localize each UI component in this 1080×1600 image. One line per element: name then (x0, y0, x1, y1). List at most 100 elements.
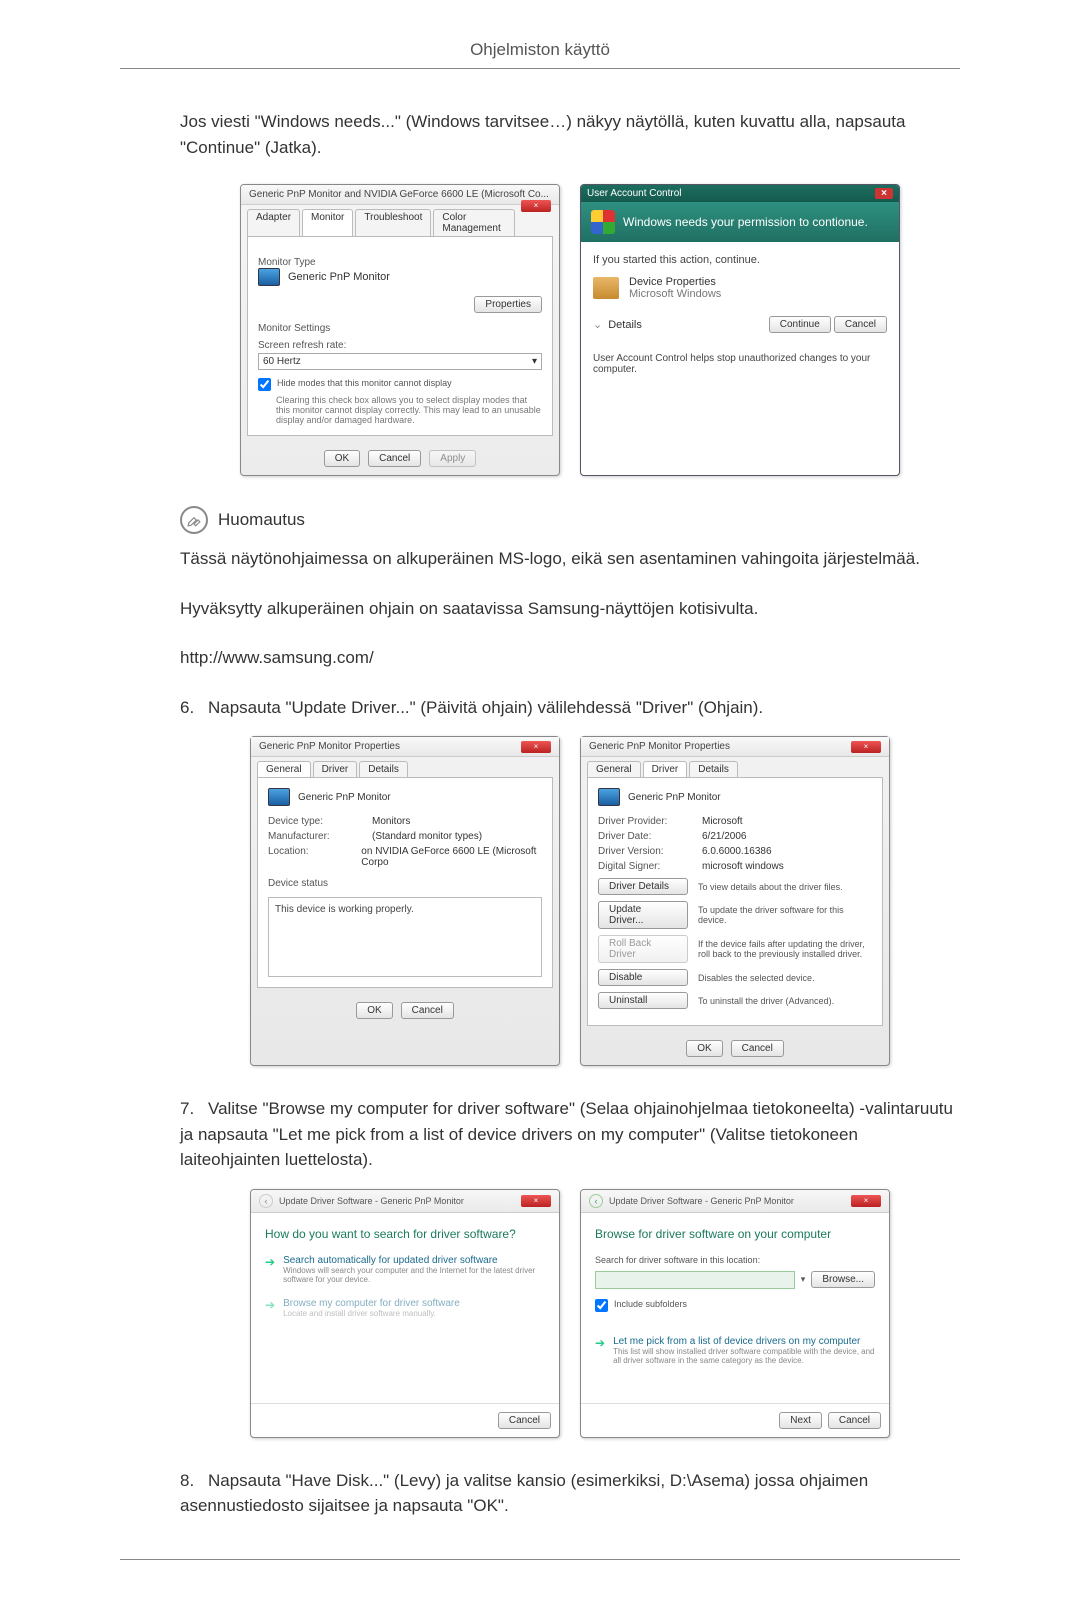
cancel-button[interactable]: Cancel (368, 450, 421, 467)
version-v: 6.0.6000.16386 (702, 846, 772, 857)
monitor-settings-label: Monitor Settings (258, 323, 542, 334)
note-p1: Tässä näytönohjaimessa on alkuperäinen M… (180, 546, 960, 572)
hide-modes-note: Clearing this check box allows you to se… (276, 395, 542, 425)
properties-button[interactable]: Properties (474, 296, 542, 313)
title-text: Generic PnP Monitor Properties (259, 741, 400, 752)
tab-monitor[interactable]: Monitor (302, 209, 353, 236)
wizard-option-auto[interactable]: ➔ Search automatically for updated drive… (265, 1255, 545, 1284)
page-header-title: Ohjelmiston käyttö (120, 40, 960, 60)
hide-modes-checkbox[interactable] (258, 378, 271, 391)
tab-driver[interactable]: Driver (643, 761, 688, 777)
location-input[interactable] (595, 1271, 795, 1289)
prop-general-title: Generic PnP Monitor Properties × (251, 737, 559, 757)
device-properties-icon (593, 277, 619, 299)
prop-driver-title: Generic PnP Monitor Properties × (581, 737, 889, 757)
cancel-button[interactable]: Cancel (828, 1412, 881, 1429)
disable-button[interactable]: Disable (598, 969, 688, 986)
shield-icon (591, 210, 615, 234)
title-text: Generic PnP Monitor and NVIDIA GeForce 6… (249, 189, 549, 200)
close-icon[interactable]: × (521, 1195, 551, 1207)
include-subfolders-checkbox[interactable] (595, 1299, 608, 1312)
chevron-down-icon[interactable]: ▾ (801, 1274, 806, 1285)
provider-k: Driver Provider: (598, 816, 688, 827)
tab-color[interactable]: Color Management (433, 209, 515, 236)
cancel-button[interactable]: Cancel (731, 1040, 784, 1057)
refresh-select[interactable]: 60 Hertz ▾ (258, 353, 542, 370)
chevron-down-icon: ▾ (532, 356, 537, 367)
rollback-driver-button[interactable]: Roll Back Driver (598, 935, 688, 963)
uac-prop-name: Device Properties (629, 276, 721, 288)
wizard-option-browse[interactable]: ➔ Browse my computer for driver software… (265, 1298, 545, 1318)
wizard-heading: How do you want to search for driver sof… (265, 1227, 545, 1241)
uac-banner-text: Windows needs your permission to contion… (623, 215, 868, 229)
opt-browse-title: Browse my computer for driver software (283, 1298, 460, 1309)
close-icon[interactable]: × (521, 741, 551, 753)
uac-titlebar: User Account Control × (581, 185, 899, 202)
monitor-dialog: Generic PnP Monitor and NVIDIA GeForce 6… (240, 184, 560, 476)
device-status-label: Device status (268, 878, 542, 889)
back-icon[interactable]: ‹ (589, 1194, 603, 1208)
opt-auto-sub: Windows will search your computer and th… (283, 1266, 545, 1284)
location-k: Location: (268, 846, 347, 868)
next-button[interactable]: Next (779, 1412, 822, 1429)
monitor-icon (258, 268, 280, 286)
refresh-label: Screen refresh rate: (258, 340, 542, 351)
uninstall-button[interactable]: Uninstall (598, 992, 688, 1009)
wizard-option-pick[interactable]: ➔ Let me pick from a list of device driv… (595, 1336, 875, 1365)
update-driver-desc: To update the driver software for this d… (698, 905, 872, 925)
tab-general[interactable]: General (587, 761, 641, 777)
step-7: 7.Valitse "Browse my computer for driver… (180, 1096, 960, 1173)
devicetype-v: Monitors (372, 816, 410, 827)
monitor-dialog-title: Generic PnP Monitor and NVIDIA GeForce 6… (241, 185, 559, 205)
continue-button[interactable]: Continue (769, 316, 831, 333)
properties-dialog-driver: Generic PnP Monitor Properties × General… (580, 736, 890, 1066)
cancel-button[interactable]: Cancel (498, 1412, 551, 1429)
driver-details-button[interactable]: Driver Details (598, 878, 688, 895)
close-icon[interactable]: × (851, 1195, 881, 1207)
hide-modes-label: Hide modes that this monitor cannot disp… (277, 378, 452, 388)
signer-v: microsoft windows (702, 861, 784, 872)
device-name: Generic PnP Monitor (298, 792, 391, 803)
uac-footer: User Account Control helps stop unauthor… (581, 345, 899, 387)
version-k: Driver Version: (598, 846, 688, 857)
opt-pick-sub: This list will show installed driver sof… (613, 1347, 875, 1365)
cancel-button[interactable]: Cancel (401, 1002, 454, 1019)
intro-paragraph: Jos viesti "Windows needs..." (Windows t… (180, 109, 960, 160)
close-icon[interactable]: × (521, 200, 551, 212)
tab-details[interactable]: Details (359, 761, 408, 777)
close-icon[interactable]: × (851, 741, 881, 753)
close-icon[interactable]: × (875, 188, 893, 199)
back-icon[interactable]: ‹ (259, 1194, 273, 1208)
chevron-down-icon[interactable]: ⌄ (593, 318, 602, 331)
screenshot-row-1: Generic PnP Monitor and NVIDIA GeForce 6… (180, 184, 960, 476)
arrow-icon: ➔ (265, 1298, 275, 1312)
ok-button[interactable]: OK (686, 1040, 722, 1057)
tab-driver[interactable]: Driver (313, 761, 358, 777)
screenshot-row-3: ‹ Update Driver Software - Generic PnP M… (180, 1189, 960, 1438)
manufacturer-k: Manufacturer: (268, 831, 358, 842)
search-label: Search for driver software in this locat… (595, 1255, 875, 1265)
tab-adapter[interactable]: Adapter (247, 209, 300, 236)
provider-v: Microsoft (702, 816, 743, 827)
note-header: Huomautus (180, 506, 960, 534)
uninstall-desc: To uninstall the driver (Advanced). (698, 996, 872, 1006)
uac-title-text: User Account Control (587, 188, 682, 199)
header-divider (120, 68, 960, 69)
browse-button[interactable]: Browse... (811, 1271, 875, 1288)
uac-details-label[interactable]: Details (608, 319, 642, 331)
date-k: Driver Date: (598, 831, 688, 842)
ok-button[interactable]: OK (324, 450, 360, 467)
manufacturer-v: (Standard monitor types) (372, 831, 482, 842)
update-driver-button[interactable]: Update Driver... (598, 901, 688, 929)
breadcrumb: Update Driver Software - Generic PnP Mon… (609, 1196, 794, 1206)
tab-troubleshoot[interactable]: Troubleshoot (355, 209, 431, 236)
apply-button[interactable]: Apply (429, 450, 476, 467)
ok-button[interactable]: OK (356, 1002, 392, 1019)
note-url: http://www.samsung.com/ (180, 645, 960, 671)
footer-divider (120, 1559, 960, 1560)
tab-details[interactable]: Details (689, 761, 738, 777)
note-label: Huomautus (218, 510, 305, 530)
tab-general[interactable]: General (257, 761, 311, 777)
cancel-button[interactable]: Cancel (834, 316, 887, 333)
uac-prop-vendor: Microsoft Windows (629, 288, 721, 300)
